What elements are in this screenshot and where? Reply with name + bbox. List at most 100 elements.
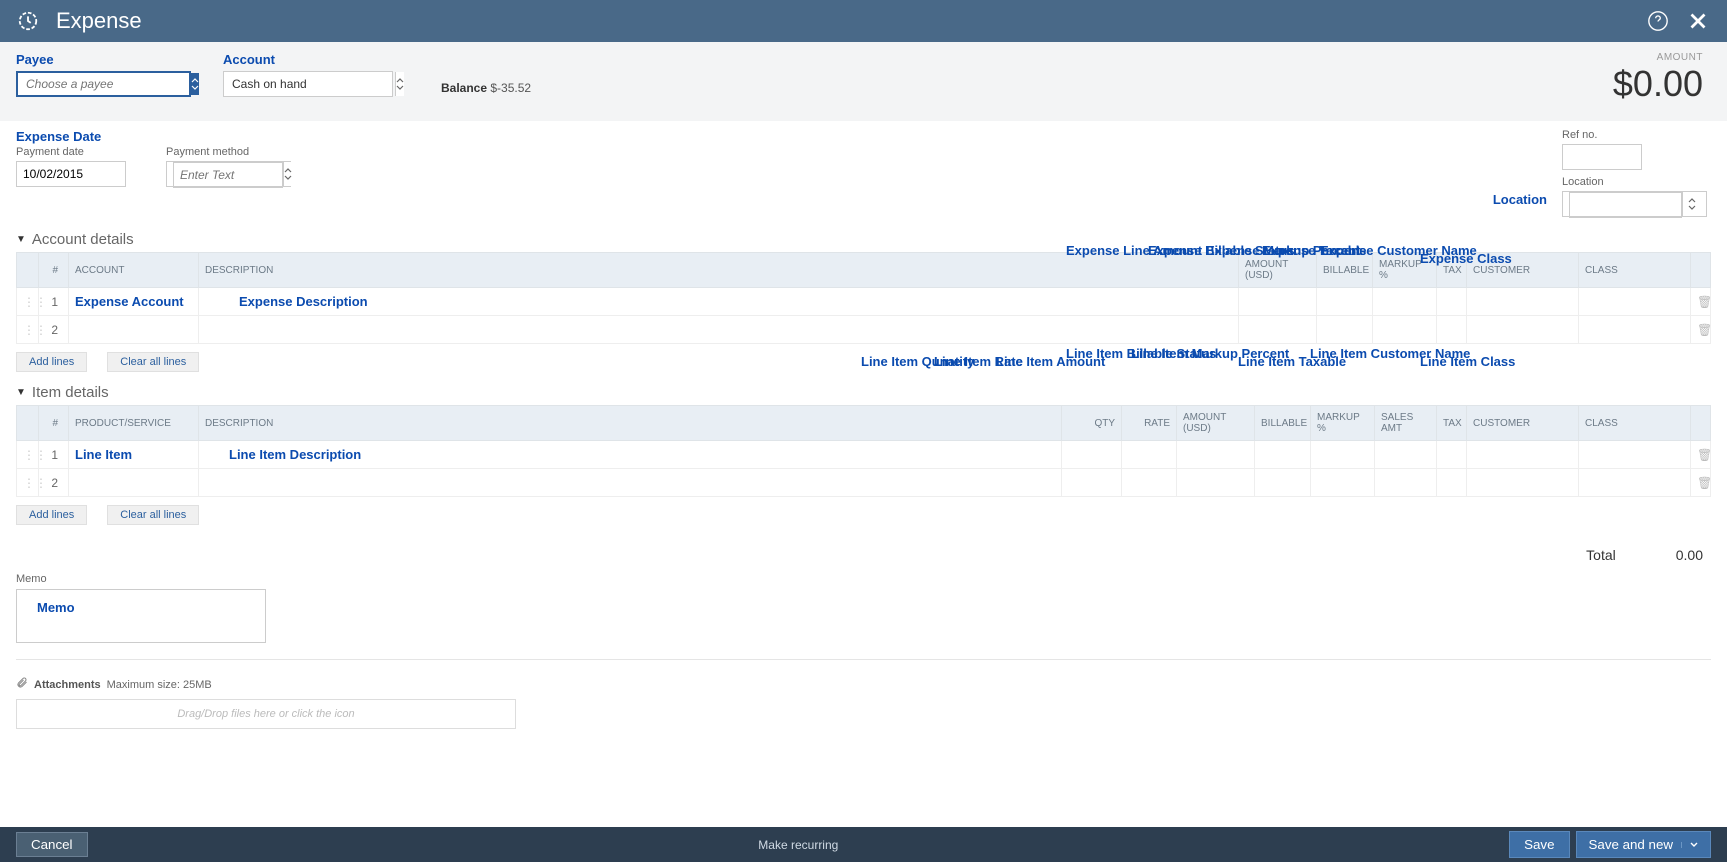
cell-markup[interactable] [1311,469,1375,497]
account-details-toggle[interactable]: ▼ Account details [16,231,134,248]
close-icon[interactable] [1685,8,1711,34]
amount-display: AMOUNT $0.00 [1613,52,1711,105]
cell-rate[interactable] [1122,469,1177,497]
cell-tax[interactable] [1437,316,1467,344]
clear-all-lines-button[interactable]: Clear all lines [107,505,199,525]
cell-customer[interactable] [1467,288,1579,316]
save-and-new-button[interactable]: Save and new [1576,831,1711,858]
cancel-button[interactable]: Cancel [16,832,88,857]
make-recurring-link[interactable]: Make recurring [88,838,1510,852]
save-and-new-label: Save and new [1589,837,1673,852]
drag-handle-icon[interactable]: ⋮⋮ [17,469,39,497]
cell-qty[interactable] [1062,441,1122,469]
drag-handle-icon[interactable]: ⋮⋮ [17,288,39,316]
table-row[interactable]: ⋮⋮ 1 Line Item Line Item Description 🗑 [17,441,1711,469]
cell-description[interactable] [199,469,1062,497]
cell-billable[interactable] [1317,316,1373,344]
delete-row-icon[interactable]: 🗑 [1691,288,1711,316]
cell-amount[interactable] [1177,441,1255,469]
item-details-title: Item details [32,384,109,401]
item-details-toggle[interactable]: ▼ Item details [16,384,109,401]
cell-class[interactable] [1579,316,1691,344]
help-icon[interactable] [1647,10,1669,32]
ref-no-input[interactable] [1562,144,1642,170]
delete-row-icon[interactable]: 🗑 [1691,316,1711,344]
payment-method-combo[interactable] [166,161,291,187]
drag-handle-icon[interactable]: ⋮⋮ [17,441,39,469]
cell-class[interactable] [1579,288,1691,316]
cell-product[interactable] [69,469,199,497]
col-description: DESCRIPTION [199,406,1062,441]
cell-account[interactable] [69,316,199,344]
cell-markup[interactable] [1373,288,1437,316]
footer-bar: Cancel Make recurring Save Save and new [0,827,1727,862]
chevron-updown-icon[interactable] [1682,192,1700,216]
cell-qty[interactable] [1062,469,1122,497]
add-lines-button[interactable]: Add lines [16,352,87,372]
cell-sales-amt[interactable] [1375,469,1437,497]
cell-billable[interactable] [1255,469,1311,497]
payment-method-input[interactable] [173,162,283,188]
col-rate: RATE [1122,406,1177,441]
cell-billable[interactable] [1317,288,1373,316]
delete-row-icon[interactable]: 🗑 [1691,441,1711,469]
cell-amount[interactable] [1239,316,1317,344]
attachments-dropzone[interactable]: Drag/Drop files here or click the icon [16,699,516,729]
table-row[interactable]: ⋮⋮ 1 Expense Account Expense Description… [17,288,1711,316]
col-num: # [39,253,69,288]
cell-product[interactable]: Line Item [69,441,199,469]
window-header: Expense [0,0,1727,42]
cell-markup[interactable] [1373,316,1437,344]
row-num: 2 [39,316,69,344]
account-input[interactable] [224,72,395,96]
cell-description[interactable] [199,316,1239,344]
location-combo[interactable] [1562,191,1707,217]
cell-markup[interactable] [1311,441,1375,469]
clear-all-lines-button[interactable]: Clear all lines [107,352,199,372]
cell-customer[interactable] [1467,469,1579,497]
chevron-updown-icon[interactable] [191,73,199,95]
expense-date-label: Expense Date [16,129,311,144]
location-annotation: Location [1493,192,1547,207]
cell-customer[interactable] [1467,316,1579,344]
memo-label: Memo [16,573,1711,585]
chevron-down-icon[interactable] [1681,842,1698,848]
cell-customer[interactable] [1467,441,1579,469]
cell-sales-amt[interactable] [1375,441,1437,469]
cell-tax[interactable] [1437,288,1467,316]
ann-line-item-description: Line Item Description [229,447,361,462]
chevron-updown-icon[interactable] [395,72,404,96]
payment-date-label: Payment date [16,146,126,158]
account-combo[interactable] [223,71,393,97]
payee-combo[interactable] [16,71,191,97]
payment-date-input[interactable] [16,161,126,187]
delete-row-icon[interactable]: 🗑 [1691,469,1711,497]
account-label: Account [223,52,393,67]
cell-tax[interactable] [1437,469,1467,497]
col-delete [1691,406,1711,441]
table-row[interactable]: ⋮⋮ 2 🗑 [17,316,1711,344]
table-row[interactable]: ⋮⋮ 2 🗑 [17,469,1711,497]
memo-textarea[interactable]: Memo [16,589,266,643]
drag-handle-icon[interactable]: ⋮⋮ [17,316,39,344]
memo-annotation: Memo [37,600,75,615]
payment-method-label: Payment method [166,146,291,158]
cell-amount[interactable] [1239,288,1317,316]
cell-account[interactable]: Expense Account [69,288,199,316]
cell-amount[interactable] [1177,469,1255,497]
location-input[interactable] [1569,192,1682,218]
chevron-updown-icon[interactable] [283,162,292,186]
date-method-row: Expense Date Payment date Payment method… [0,121,1727,221]
cell-class[interactable] [1579,441,1691,469]
cell-description[interactable]: Expense Description [199,288,1239,316]
payee-input[interactable] [18,73,191,95]
cell-tax[interactable] [1437,441,1467,469]
cell-rate[interactable] [1122,441,1177,469]
cell-class[interactable] [1579,469,1691,497]
add-lines-button[interactable]: Add lines [16,505,87,525]
amount-label: AMOUNT [1613,52,1703,63]
ann-line-item: Line Item [75,447,132,462]
cell-description[interactable]: Line Item Description [199,441,1062,469]
save-button[interactable]: Save [1509,831,1569,858]
cell-billable[interactable] [1255,441,1311,469]
